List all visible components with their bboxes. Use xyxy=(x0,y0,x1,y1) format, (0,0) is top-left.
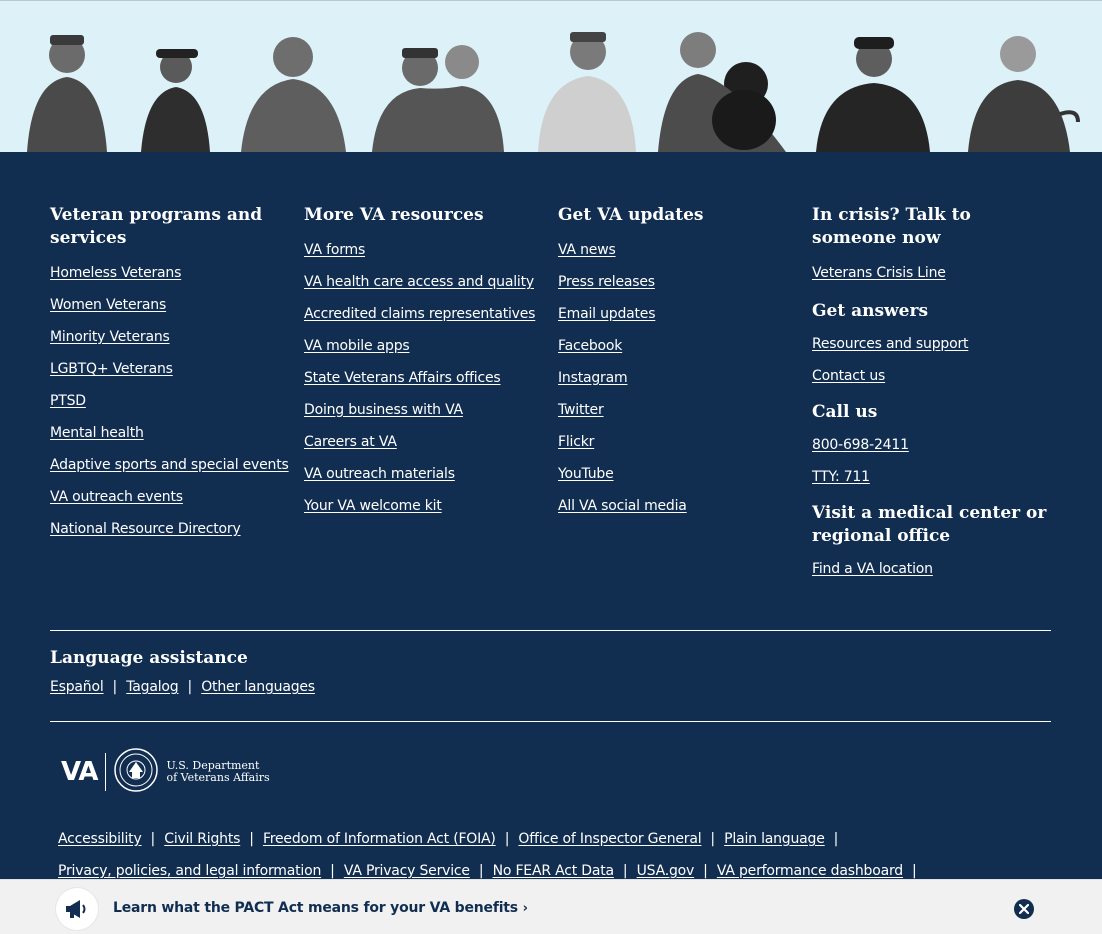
separator: | xyxy=(150,831,156,847)
footer-link[interactable]: VA mobile apps xyxy=(304,338,410,354)
veteran-portrait xyxy=(658,24,788,152)
veterans-crisis-line-link[interactable]: Veterans Crisis Line xyxy=(812,265,946,281)
footer-link[interactable]: Your VA welcome kit xyxy=(304,498,442,514)
footer-link[interactable]: Accredited claims representatives xyxy=(304,306,535,322)
footer-link[interactable]: VA forms xyxy=(304,242,365,258)
crisis-heading: In crisis? Talk to someone now xyxy=(812,205,971,248)
footer-link[interactable]: All VA social media xyxy=(558,498,687,514)
footer-link[interactable]: VA outreach materials xyxy=(304,466,455,482)
veteran-portrait xyxy=(236,27,351,152)
separator: | xyxy=(187,679,193,695)
pact-act-link-text: Learn what the PACT Act means for your V… xyxy=(113,900,518,916)
no-fear-act-link[interactable]: No FEAR Act Data xyxy=(493,863,615,879)
contact-us-link[interactable]: Contact us xyxy=(812,368,885,384)
separator: | xyxy=(330,863,335,879)
veterans-hero-band xyxy=(0,0,1102,152)
va-logo[interactable]: VA U.S. Department of Veterans Affairs xyxy=(61,747,270,797)
footer-link[interactable]: Women Veterans xyxy=(50,297,166,313)
language-assistance: Language assistance Español | Tagalog | Othe… xyxy=(50,646,315,696)
footer-link[interactable]: PTSD xyxy=(50,393,86,409)
separator: | xyxy=(703,863,708,879)
separator: | xyxy=(249,831,254,847)
megaphone-icon xyxy=(56,888,98,930)
footer-link[interactable]: Careers at VA xyxy=(304,434,397,450)
separator: | xyxy=(504,831,510,847)
inspector-general-link[interactable]: Office of Inspector General xyxy=(518,831,701,847)
footer-link[interactable]: VA news xyxy=(558,242,616,258)
separator: | xyxy=(710,831,716,847)
language-link-tagalog[interactable]: Tagalog xyxy=(126,679,178,695)
footer-link[interactable]: Facebook xyxy=(558,338,622,354)
footer-link[interactable]: Flickr xyxy=(558,434,594,450)
foia-link[interactable]: Freedom of Information Act (FOIA) xyxy=(263,831,496,847)
privacy-policies-link[interactable]: Privacy, policies, and legal information xyxy=(58,863,321,879)
visit-heading: Visit a medical center or regional offic… xyxy=(812,503,1047,546)
column-heading: Get VA updates xyxy=(558,205,704,225)
separator: | xyxy=(911,863,917,879)
veteran-portrait xyxy=(812,27,934,152)
legal-links-row-1: Accessibility | Civil Rights | Freedom of In… xyxy=(58,830,847,848)
plain-language-link[interactable]: Plain language xyxy=(724,831,825,847)
pact-act-link[interactable]: Learn what the PACT Act means for your V… xyxy=(113,900,528,916)
veteran-portrait xyxy=(532,22,642,152)
footer-link[interactable]: Twitter xyxy=(558,402,604,418)
footer-link[interactable]: State Veterans Affairs offices xyxy=(304,370,501,386)
performance-dashboard-link[interactable]: VA performance dashboard xyxy=(717,863,903,879)
close-icon[interactable] xyxy=(1014,899,1034,919)
footer-column-veteran-programs: Veteran programs and services Homeless V… xyxy=(50,204,290,552)
footer-link[interactable]: LGBTQ+ Veterans xyxy=(50,361,173,377)
find-va-location-link[interactable]: Find a VA location xyxy=(812,561,933,577)
veteran-portrait xyxy=(372,32,507,152)
column-heading: Veteran programs and services xyxy=(50,205,263,248)
veteran-portrait xyxy=(138,37,213,152)
footer-link[interactable]: Doing business with VA xyxy=(304,402,463,418)
separator: | xyxy=(112,679,118,695)
veteran-portrait xyxy=(966,22,1081,152)
footer-column-contact: In crisis? Talk to someone now Veterans … xyxy=(812,204,1052,592)
department-line-2: of Veterans Affairs xyxy=(166,771,270,784)
footer-link[interactable]: VA health care access and quality xyxy=(304,274,534,290)
language-link-other[interactable]: Other languages xyxy=(201,679,315,695)
resources-support-link[interactable]: Resources and support xyxy=(812,336,968,352)
footer-link[interactable]: Mental health xyxy=(50,425,144,441)
divider xyxy=(50,721,1051,722)
language-link-spanish[interactable]: Español xyxy=(50,679,104,695)
separator: | xyxy=(478,863,484,879)
privacy-service-link[interactable]: VA Privacy Service xyxy=(344,863,470,879)
footer-link[interactable]: Press releases xyxy=(558,274,655,290)
get-answers-heading: Get answers xyxy=(812,301,929,321)
language-links: Español | Tagalog | Other languages xyxy=(50,678,315,696)
language-heading: Language assistance xyxy=(50,648,248,668)
footer-column-more-resources: More VA resources VA forms VA health car… xyxy=(304,204,544,529)
pact-act-banner: Learn what the PACT Act means for your V… xyxy=(0,879,1102,934)
call-us-heading: Call us xyxy=(812,402,878,422)
footer-link[interactable]: Homeless Veterans xyxy=(50,265,181,281)
footer-link[interactable]: Instagram xyxy=(558,370,628,386)
department-name: U.S. Department of Veterans Affairs xyxy=(166,760,269,784)
column-heading: More VA resources xyxy=(304,205,484,225)
separator: | xyxy=(622,863,628,879)
legal-links-row-2: Privacy, policies, and legal information… xyxy=(58,862,926,880)
accessibility-link[interactable]: Accessibility xyxy=(58,831,142,847)
usa-gov-link[interactable]: USA.gov xyxy=(637,863,695,879)
footer-link[interactable]: Minority Veterans xyxy=(50,329,170,345)
footer-link[interactable]: Email updates xyxy=(558,306,656,322)
phone-link[interactable]: 800-698-2411 xyxy=(812,437,909,453)
footer-link[interactable]: National Resource Directory xyxy=(50,521,241,537)
tty-link[interactable]: TTY: 711 xyxy=(812,469,870,485)
chevron-right-icon: › xyxy=(522,901,528,916)
footer-link[interactable]: YouTube xyxy=(558,466,614,482)
footer-column-updates: Get VA updates VA news Press releases Em… xyxy=(558,204,798,529)
separator: | xyxy=(833,831,839,847)
footer-link[interactable]: VA outreach events xyxy=(50,489,183,505)
civil-rights-link[interactable]: Civil Rights xyxy=(164,831,240,847)
va-wordmark: VA xyxy=(61,753,107,791)
veteran-portrait xyxy=(22,27,112,152)
va-seal-icon xyxy=(114,747,159,797)
divider xyxy=(50,630,1051,631)
footer-link[interactable]: Adaptive sports and special events xyxy=(50,457,289,473)
site-footer: Veteran programs and services Homeless V… xyxy=(0,152,1102,934)
